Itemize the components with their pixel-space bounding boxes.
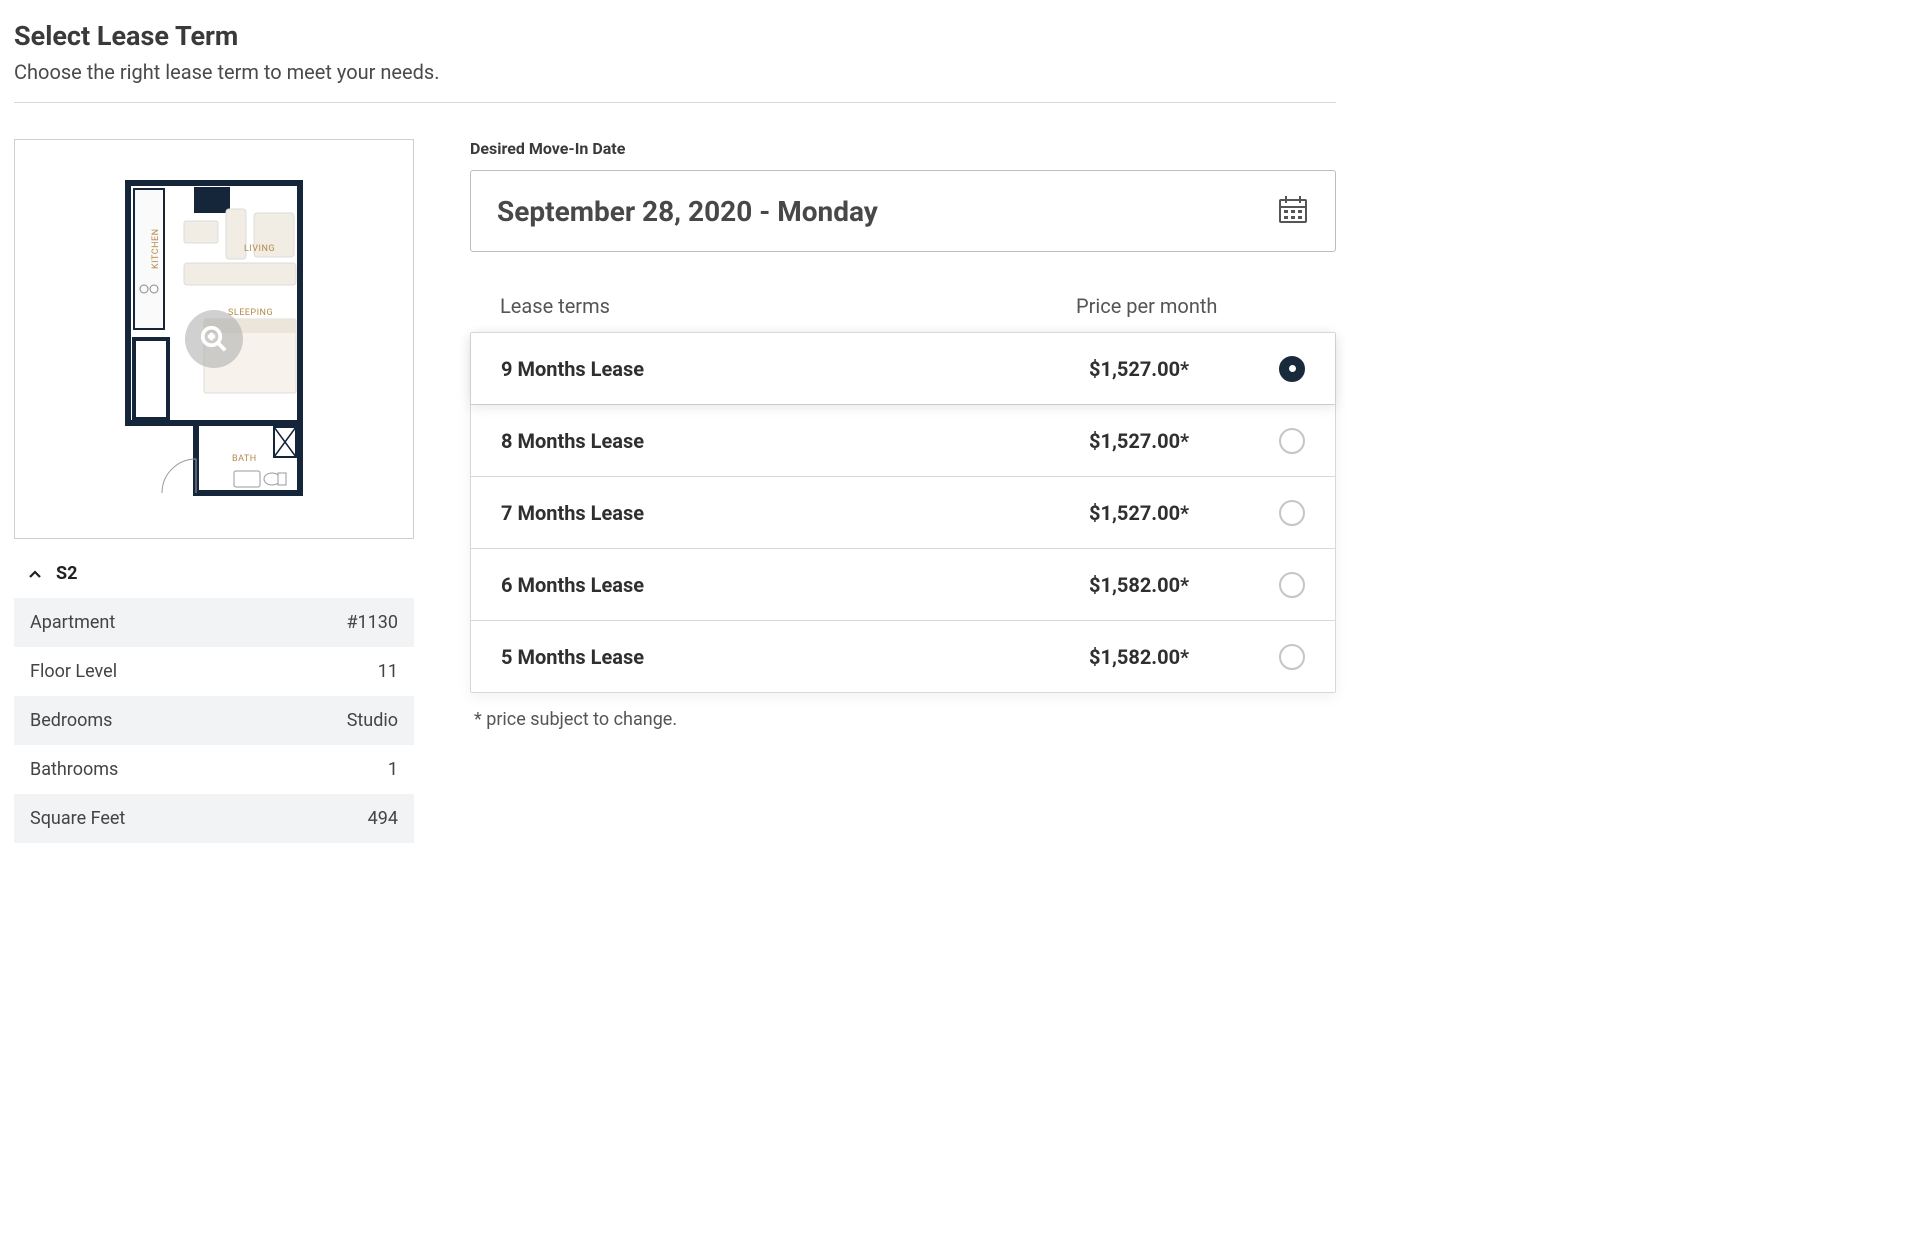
unit-details-table: Apartment #1130 Floor Level 11 Bedrooms Studi… xyxy=(14,598,414,843)
floorplan-card: KITCHEN LIVING SLEEPING BATH xyxy=(14,139,414,539)
svg-text:BATH: BATH xyxy=(232,454,257,464)
move-in-label: Desired Move-In Date xyxy=(470,139,1336,158)
lease-option-price: $1,582.00* xyxy=(1089,645,1259,669)
lease-options-table: 9 Months Lease$1,527.00*8 Months Lease$1… xyxy=(470,332,1336,693)
lease-header-price: Price per month xyxy=(1076,294,1306,318)
lease-option-price: $1,527.00* xyxy=(1089,357,1259,381)
lease-option-radio[interactable] xyxy=(1279,572,1305,598)
lease-option-term: 7 Months Lease xyxy=(501,501,1089,525)
unit-code: S2 xyxy=(56,563,77,584)
move-in-date-picker[interactable]: September 28, 2020 - Monday xyxy=(470,170,1336,252)
unit-detail-value: 1 xyxy=(388,759,398,780)
unit-detail-value: #1130 xyxy=(346,612,398,633)
unit-detail-row: Apartment #1130 xyxy=(14,598,414,647)
lease-option-term: 8 Months Lease xyxy=(501,429,1089,453)
unit-toggle[interactable]: S2 xyxy=(28,563,414,584)
unit-detail-value: 494 xyxy=(368,808,398,829)
unit-detail-row: Square Feet 494 xyxy=(14,794,414,843)
unit-detail-label: Floor Level xyxy=(30,661,117,682)
lease-header-term: Lease terms xyxy=(500,294,1076,318)
lease-option-radio[interactable] xyxy=(1279,356,1305,382)
lease-option-row[interactable]: 7 Months Lease$1,527.00* xyxy=(471,476,1335,548)
svg-text:SLEEPING: SLEEPING xyxy=(228,308,273,318)
magnify-plus-icon xyxy=(199,324,229,354)
lease-option-row[interactable]: 9 Months Lease$1,527.00* xyxy=(471,332,1335,404)
calendar-icon xyxy=(1277,193,1309,229)
move-in-date-value: September 28, 2020 - Monday xyxy=(497,195,878,228)
lease-option-row[interactable]: 6 Months Lease$1,582.00* xyxy=(471,548,1335,620)
lease-option-term: 5 Months Lease xyxy=(501,645,1089,669)
lease-option-price: $1,527.00* xyxy=(1089,429,1259,453)
page-subtitle: Choose the right lease term to meet your… xyxy=(14,60,1336,84)
lease-option-row[interactable]: 5 Months Lease$1,582.00* xyxy=(471,620,1335,692)
lease-option-radio[interactable] xyxy=(1279,428,1305,454)
lease-option-price: $1,527.00* xyxy=(1089,501,1259,525)
unit-detail-row: Bathrooms 1 xyxy=(14,745,414,794)
chevron-up-icon xyxy=(28,567,42,581)
svg-text:LIVING: LIVING xyxy=(244,244,275,254)
lease-option-term: 9 Months Lease xyxy=(501,357,1089,381)
lease-option-price: $1,582.00* xyxy=(1089,573,1259,597)
zoom-floorplan-button[interactable] xyxy=(185,310,243,368)
unit-detail-label: Bathrooms xyxy=(30,759,118,780)
page-title: Select Lease Term xyxy=(14,20,1336,52)
unit-detail-label: Bedrooms xyxy=(30,710,112,731)
unit-detail-value: Studio xyxy=(347,710,398,731)
unit-detail-row: Floor Level 11 xyxy=(14,647,414,696)
lease-option-radio[interactable] xyxy=(1279,644,1305,670)
lease-option-row[interactable]: 8 Months Lease$1,527.00* xyxy=(471,404,1335,476)
price-footnote: * price subject to change. xyxy=(474,709,1336,730)
lease-table-headers: Lease terms Price per month xyxy=(470,294,1336,332)
unit-detail-value: 11 xyxy=(378,661,398,682)
lease-option-term: 6 Months Lease xyxy=(501,573,1089,597)
svg-text:KITCHEN: KITCHEN xyxy=(151,228,161,269)
unit-detail-label: Apartment xyxy=(30,612,115,633)
unit-detail-row: Bedrooms Studio xyxy=(14,696,414,745)
unit-detail-label: Square Feet xyxy=(30,808,125,829)
lease-option-radio[interactable] xyxy=(1279,500,1305,526)
divider xyxy=(14,102,1336,103)
